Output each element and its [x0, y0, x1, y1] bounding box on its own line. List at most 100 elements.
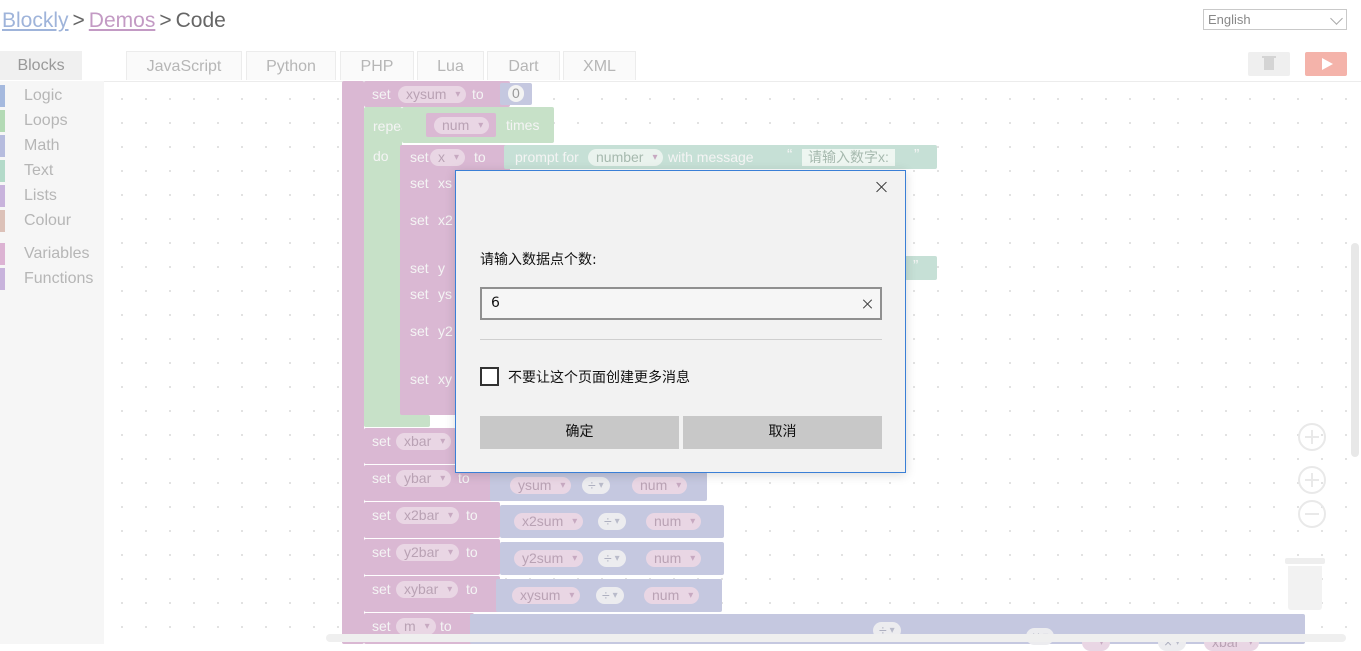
- block-keyword: to: [466, 507, 478, 523]
- tab-python[interactable]: Python: [246, 51, 336, 80]
- variable-dropdown[interactable]: x2sum: [514, 513, 584, 530]
- variable-dropdown[interactable]: m: [396, 618, 436, 635]
- block-keyword: with message: [668, 149, 754, 165]
- zoom-in-button[interactable]: [1298, 466, 1326, 494]
- message-text-field[interactable]: 请输入数字x:: [802, 149, 895, 166]
- category-label: Loops: [24, 112, 68, 129]
- close-icon[interactable]: [874, 179, 890, 195]
- set-variable-block[interactable]: set xysum to: [364, 81, 510, 107]
- toolbox-category-text[interactable]: Text: [0, 160, 104, 182]
- set-variable-block[interactable]: set x2bar to: [364, 502, 500, 538]
- breadcrumb-link-blockly[interactable]: Blockly: [2, 9, 69, 32]
- prompt-block[interactable]: prompt for number with message “ 请输入数字x:…: [504, 145, 937, 169]
- block-label: x2: [438, 212, 453, 228]
- variable-dropdown[interactable]: ysum: [510, 477, 572, 494]
- block-keyword: prompt for: [515, 149, 579, 165]
- category-label: Lists: [24, 187, 57, 204]
- tab-javascript[interactable]: JavaScript: [126, 51, 242, 80]
- variable-dropdown[interactable]: xysum: [512, 587, 581, 604]
- category-label: Variables: [24, 245, 90, 262]
- clear-icon[interactable]: [862, 298, 874, 310]
- block-keyword: to: [466, 544, 478, 560]
- toolbox-category-logic[interactable]: Logic: [0, 85, 104, 107]
- variable-dropdown[interactable]: y2bar: [396, 544, 460, 561]
- toolbox-category-colour[interactable]: Colour: [0, 210, 104, 232]
- vertical-scrollbar[interactable]: [1351, 243, 1359, 457]
- tab-blocks[interactable]: Blocks: [0, 51, 82, 80]
- block-keyword: set: [410, 175, 429, 191]
- block-keyword: set: [410, 212, 429, 228]
- block-label: xs: [438, 175, 452, 191]
- toolbox-category-loops[interactable]: Loops: [0, 110, 104, 132]
- recenter-button[interactable]: [1298, 423, 1326, 451]
- toolbox-category-variables[interactable]: Variables: [0, 243, 104, 265]
- math-divide-block[interactable]: x2sum ÷ num: [500, 505, 724, 538]
- delete-all-button[interactable]: [1248, 52, 1290, 76]
- number-block[interactable]: 0: [500, 83, 532, 105]
- repeat-block[interactable]: repeat do: [364, 107, 413, 427]
- zoom-out-button[interactable]: [1298, 500, 1326, 528]
- suppress-messages-checkbox[interactable]: [480, 367, 499, 386]
- tab-bar: Blocks JavaScript Python PHP Lua Dart XM…: [0, 51, 1361, 82]
- block-keyword: set: [410, 286, 429, 302]
- toolbox-category-math[interactable]: Math: [0, 135, 104, 157]
- toolbox-category-lists[interactable]: Lists: [0, 185, 104, 207]
- function-block-spine[interactable]: [342, 81, 364, 644]
- play-icon: [1322, 58, 1333, 70]
- variable-dropdown[interactable]: num: [434, 117, 490, 134]
- block-label: ys: [438, 286, 452, 302]
- block-keyword: set: [410, 260, 429, 276]
- block-keyword: to: [440, 618, 452, 634]
- workspace-trashcan[interactable]: [1285, 558, 1325, 612]
- variable-dropdown[interactable]: y2sum: [514, 550, 584, 567]
- category-color: [0, 268, 5, 290]
- operator-dropdown[interactable]: ÷: [582, 477, 610, 494]
- horizontal-scrollbar[interactable]: [326, 634, 1346, 642]
- category-label: Math: [24, 137, 60, 154]
- category-label: Text: [24, 162, 54, 179]
- variable-dropdown[interactable]: ybar: [396, 470, 452, 487]
- operator-dropdown[interactable]: ÷: [596, 587, 624, 604]
- math-divide-block[interactable]: ysum ÷ num: [490, 472, 707, 501]
- tab-lua[interactable]: Lua: [417, 51, 484, 80]
- variable-dropdown[interactable]: xybar: [396, 581, 459, 598]
- language-select[interactable]: English: [1203, 9, 1347, 30]
- set-variable-block[interactable]: set xybar to: [364, 576, 500, 612]
- variable-dropdown[interactable]: x2bar: [396, 507, 460, 524]
- variable-getter-block[interactable]: num: [426, 113, 496, 137]
- toolbox-category-functions[interactable]: Functions: [0, 268, 104, 290]
- number-field[interactable]: 0: [508, 85, 524, 102]
- variable-dropdown[interactable]: num: [632, 477, 688, 494]
- variable-dropdown[interactable]: xbar: [396, 433, 452, 450]
- variable-dropdown[interactable]: x: [430, 149, 465, 166]
- variable-dropdown[interactable]: num: [646, 550, 702, 567]
- dialog-input[interactable]: 6: [480, 287, 882, 320]
- block-keyword: do: [373, 148, 389, 164]
- quote-close: ”: [914, 147, 920, 164]
- operator-dropdown[interactable]: ÷: [598, 513, 626, 530]
- math-divide-block[interactable]: xysum ÷ num: [496, 579, 722, 612]
- ok-button[interactable]: 确定: [480, 416, 679, 449]
- block-keyword: to: [466, 581, 478, 597]
- set-variable-block[interactable]: set xbar: [364, 428, 456, 464]
- cancel-button[interactable]: 取消: [683, 416, 882, 449]
- type-dropdown[interactable]: number: [588, 149, 664, 166]
- breadcrumb-link-demos[interactable]: Demos: [89, 9, 156, 32]
- prompt-dialog: 请输入数据点个数: 6 不要让这个页面创建更多消息 确定 取消: [455, 170, 906, 473]
- math-divide-block[interactable]: y2sum ÷ num: [500, 542, 724, 575]
- variable-dropdown[interactable]: num: [646, 513, 702, 530]
- category-label: Logic: [24, 87, 63, 104]
- breadcrumb-separator: >: [72, 9, 85, 32]
- tab-dart[interactable]: Dart: [487, 51, 560, 80]
- category-color: [0, 185, 5, 207]
- operator-dropdown[interactable]: ÷: [598, 550, 626, 567]
- block-label: y2: [438, 323, 453, 339]
- tab-xml[interactable]: XML: [563, 51, 636, 80]
- run-button[interactable]: [1305, 52, 1347, 76]
- variable-dropdown[interactable]: num: [644, 587, 700, 604]
- variable-dropdown[interactable]: xysum: [398, 86, 467, 103]
- set-variable-block[interactable]: set y2bar to: [364, 539, 500, 575]
- tab-php[interactable]: PHP: [340, 51, 414, 80]
- block-keyword: times: [506, 117, 540, 133]
- category-label: Functions: [24, 270, 94, 287]
